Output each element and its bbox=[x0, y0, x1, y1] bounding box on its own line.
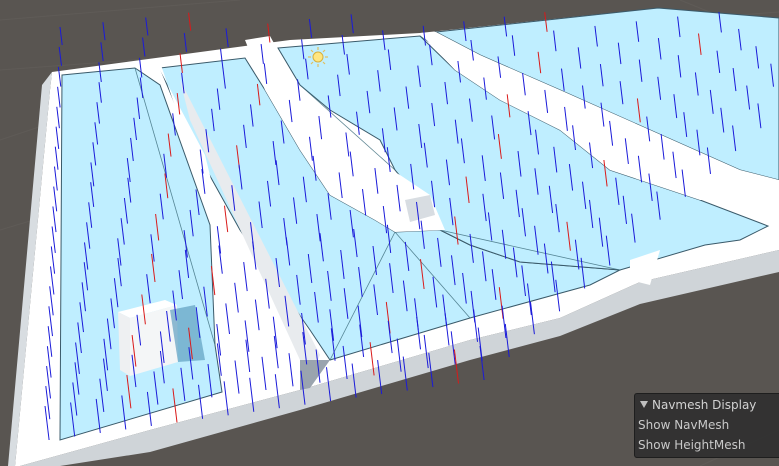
sun-icon[interactable] bbox=[308, 47, 328, 67]
height-mark bbox=[59, 26, 63, 46]
height-mark bbox=[100, 42, 104, 62]
height-mark bbox=[308, 18, 313, 38]
navmesh-display-header[interactable]: Navmesh Display bbox=[635, 394, 779, 415]
scene-viewport[interactable]: Navmesh Display Show NavMesh Show Height… bbox=[0, 0, 779, 466]
height-mark bbox=[225, 28, 229, 48]
navmesh-display-panel: Navmesh Display Show NavMesh Show Height… bbox=[634, 393, 779, 458]
height-mark bbox=[58, 46, 62, 66]
show-heightmesh-toggle[interactable]: Show HeightMesh bbox=[635, 435, 779, 455]
height-mark bbox=[183, 32, 187, 52]
foldout-triangle-icon[interactable] bbox=[640, 401, 648, 408]
height-mark bbox=[188, 12, 192, 31]
show-navmesh-toggle[interactable]: Show NavMesh bbox=[635, 415, 779, 435]
navmesh-display-title: Navmesh Display bbox=[652, 397, 757, 412]
height-mark bbox=[145, 17, 149, 36]
height-mark bbox=[142, 37, 146, 57]
height-mark bbox=[350, 14, 354, 34]
height-mark bbox=[102, 22, 106, 41]
